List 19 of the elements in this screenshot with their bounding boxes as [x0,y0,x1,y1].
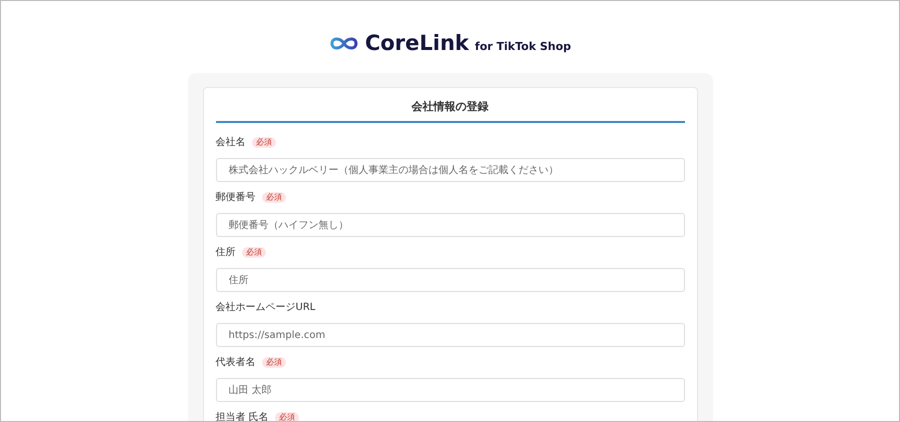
required-badge: 必須 [262,356,286,368]
field-label: 郵便番号 [216,190,256,204]
required-badge: 必須 [242,246,266,258]
field-label: 代表者名 [216,356,256,369]
input-field[interactable]: 郵便番号（ハイフン無し） [216,213,684,237]
field-label: 住所 [216,246,236,259]
logo-tagline: for TikTok Shop [474,40,572,52]
required-badge: 必須 [274,412,299,421]
field-label: 会社名 [216,136,246,149]
required-badge: 必須 [252,136,276,148]
infinity-logo-icon [328,36,359,50]
logo-text: CoreLink [364,31,469,55]
input-field[interactable]: 山田 太郎 [216,378,684,402]
required-badge: 必須 [262,192,286,202]
form-title: 会社情報の登録 [216,99,684,123]
field-label: 会社ホームページURL [216,300,316,314]
input-field[interactable]: https://sample.com [216,323,684,347]
input-field[interactable]: 住所 [216,268,684,292]
input-field[interactable]: 株式会社ハックルベリー（個人事業主の場合は個人名をご記載ください） [216,158,684,182]
